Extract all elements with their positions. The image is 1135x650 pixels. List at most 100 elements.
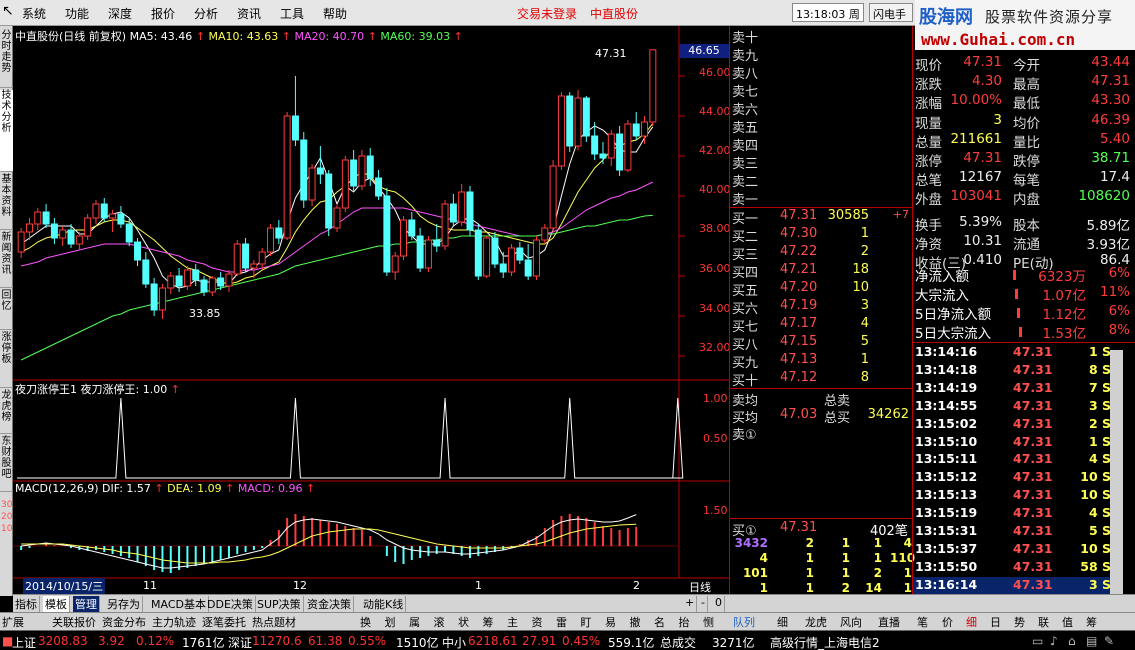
tick-row[interactable]: 13:15:13 47.31 10 S xyxy=(913,487,1123,505)
window-icon[interactable]: ▭ xyxy=(1032,634,1043,648)
func-shortcut[interactable]: 抬 xyxy=(679,614,690,630)
tick-row[interactable]: 13:15:10 47.31 1 S xyxy=(913,434,1123,452)
buy-row[interactable]: 买九 47.13 1 xyxy=(730,352,913,371)
func-button[interactable]: 扩展 xyxy=(2,614,24,630)
tab-forum[interactable]: 东财股吧 xyxy=(0,436,13,492)
tab-recall[interactable]: 回忆 xyxy=(0,290,13,330)
buy-row[interactable]: 买三 47.22 2 xyxy=(730,244,913,263)
menu-quote[interactable]: 报价 xyxy=(151,5,175,22)
tick-scrollbar[interactable] xyxy=(1110,350,1123,594)
menu-depth[interactable]: 深度 xyxy=(108,5,132,22)
func-shortcut[interactable]: 撤 xyxy=(630,614,641,630)
tick-row[interactable]: 13:15:31 47.31 5 S xyxy=(913,523,1123,541)
tab-indicator[interactable]: 指标 xyxy=(13,596,40,612)
func-shortcut[interactable]: 资 xyxy=(532,614,543,630)
chart-svg[interactable] xyxy=(13,26,729,594)
sound-icon[interactable]: ♪ xyxy=(1050,634,1058,648)
tick-row[interactable]: 13:15:50 47.31 58 S xyxy=(913,559,1123,577)
panel-tab[interactable]: 龙虎 xyxy=(805,614,827,630)
buy-row[interactable]: 买二 47.30 1 xyxy=(730,226,913,245)
func-button[interactable]: 主力轨迹 xyxy=(152,614,196,630)
panel-tab[interactable]: 势 xyxy=(1014,614,1025,630)
tab-kinetic[interactable]: 动能K线 xyxy=(361,596,407,612)
menu-function[interactable]: 功能 xyxy=(65,5,89,22)
tab-dde[interactable]: DDE决策 xyxy=(205,596,256,612)
tick-row[interactable]: 13:14:55 47.31 3 S xyxy=(913,398,1123,416)
func-button[interactable]: 逐笔委托 xyxy=(202,614,246,630)
menu-analysis[interactable]: 分析 xyxy=(194,5,218,22)
func-shortcut[interactable]: 雷 xyxy=(556,614,567,630)
buy-row[interactable]: 买十 47.12 8 xyxy=(730,370,913,389)
tick-row[interactable]: 13:14:18 47.31 8 S xyxy=(913,362,1123,380)
tab-template[interactable]: 模板 xyxy=(43,596,70,612)
panel-tab[interactable]: 值 xyxy=(1062,614,1073,630)
tick-row[interactable]: 13:15:37 47.31 10 S xyxy=(913,541,1123,559)
buy-row[interactable]: 买一 47.31 30585 +7 xyxy=(730,208,913,227)
tab-manage[interactable]: 管理 xyxy=(73,596,100,612)
tab-news[interactable]: 新闻资讯 xyxy=(0,232,13,288)
panel-tab[interactable]: 细 xyxy=(777,614,788,630)
tab-intraday[interactable]: 分时走势 xyxy=(0,30,13,88)
panel-tab[interactable]: 风向 xyxy=(840,614,862,630)
tick-row[interactable]: 13:15:12 47.31 10 S xyxy=(913,469,1123,487)
tab-limit-up[interactable]: 涨停板 xyxy=(0,332,13,388)
tab-technical[interactable]: 技术分析 xyxy=(0,90,13,172)
reset-button[interactable]: 0 xyxy=(713,596,725,612)
func-shortcut[interactable]: 状 xyxy=(458,614,469,630)
menu-news[interactable]: 资讯 xyxy=(237,5,261,22)
func-button[interactable]: 热点题材 xyxy=(252,614,296,630)
candle-body xyxy=(283,115,291,239)
tab-sup[interactable]: SUP决策 xyxy=(255,596,304,612)
login-status[interactable]: 交易未登录 xyxy=(517,5,577,22)
tab-macd-basic[interactable]: MACD基本 xyxy=(149,596,209,612)
tick-row[interactable]: 13:14:16 47.31 1 S xyxy=(913,344,1123,362)
func-shortcut[interactable]: 名 xyxy=(654,614,665,630)
zoom-in-button[interactable]: + xyxy=(683,596,698,612)
panel-tab[interactable]: 联 xyxy=(1038,614,1049,630)
func-shortcut[interactable]: 属 xyxy=(409,614,420,630)
tab-profile[interactable]: 基本资料 xyxy=(0,174,13,230)
func-shortcut[interactable]: 滚 xyxy=(434,614,445,630)
tick-row[interactable]: 13:15:19 47.31 4 S xyxy=(913,505,1123,523)
buy-row[interactable]: 买六 47.19 3 xyxy=(730,298,913,317)
panel-tab[interactable]: 筹 xyxy=(1086,614,1097,630)
chart-area[interactable]: 中直股份(日线 前复权) MA5: 43.46 ↑ MA10: 43.63 ↑ … xyxy=(1,26,731,595)
flash-trade-button[interactable]: 闪电手 xyxy=(869,3,913,22)
pin-icon[interactable]: ⌂ xyxy=(1068,634,1076,648)
tick-row[interactable]: 13:15:02 47.31 2 S xyxy=(913,416,1123,434)
func-button[interactable]: 资金分布 xyxy=(102,614,146,630)
tick-row[interactable]: 13:16:14 47.31 3 S xyxy=(913,576,1123,595)
func-shortcut[interactable]: 划 xyxy=(385,614,396,630)
buy-row[interactable]: 买四 47.21 18 xyxy=(730,262,913,281)
tick-row[interactable]: 13:15:11 47.31 4 S xyxy=(913,451,1123,469)
func-shortcut[interactable]: 筹 xyxy=(483,614,494,630)
menu-help[interactable]: 帮助 xyxy=(323,5,347,22)
period-label[interactable]: 日线 xyxy=(689,579,711,595)
zoom-out-button[interactable]: - xyxy=(699,596,708,612)
func-shortcut[interactable]: 换 xyxy=(360,614,371,630)
func-button[interactable]: 关联报价 xyxy=(52,614,96,630)
buy-row[interactable]: 买五 47.20 10 xyxy=(730,280,913,299)
tick-row[interactable]: 13:14:19 47.31 7 S xyxy=(913,380,1123,398)
panel-tab[interactable]: 笔 xyxy=(917,614,928,630)
panel-tab[interactable]: 细 xyxy=(966,614,977,630)
panel-tab[interactable]: 队列 xyxy=(733,614,755,630)
panel-tab[interactable]: 价 xyxy=(942,614,953,630)
sell-queue-label[interactable]: 卖① xyxy=(732,424,757,443)
buy-row[interactable]: 买七 47.17 4 xyxy=(730,316,913,335)
chart-icon[interactable]: ▤ xyxy=(1086,634,1097,648)
tab-fund[interactable]: 资金决策 xyxy=(305,596,354,612)
panel-tab[interactable]: 直播 xyxy=(878,614,900,630)
menu-system[interactable]: 系统 xyxy=(22,5,46,22)
buy-row[interactable]: 买八 47.15 5 xyxy=(730,334,913,353)
func-shortcut[interactable]: 盯 xyxy=(581,614,592,630)
tools-icon[interactable]: ✎ xyxy=(1104,634,1114,648)
tab-dragon-tiger[interactable]: 龙虎榜 xyxy=(0,390,13,434)
func-shortcut[interactable]: 恻 xyxy=(703,614,714,630)
current-price-tag: 46.65 xyxy=(679,44,729,58)
func-shortcut[interactable]: 主 xyxy=(507,614,518,630)
panel-tab[interactable]: 日 xyxy=(990,614,1001,630)
func-shortcut[interactable]: 易 xyxy=(605,614,616,630)
tab-save-as[interactable]: 另存为 xyxy=(105,596,143,612)
menu-tools[interactable]: 工具 xyxy=(280,5,304,22)
